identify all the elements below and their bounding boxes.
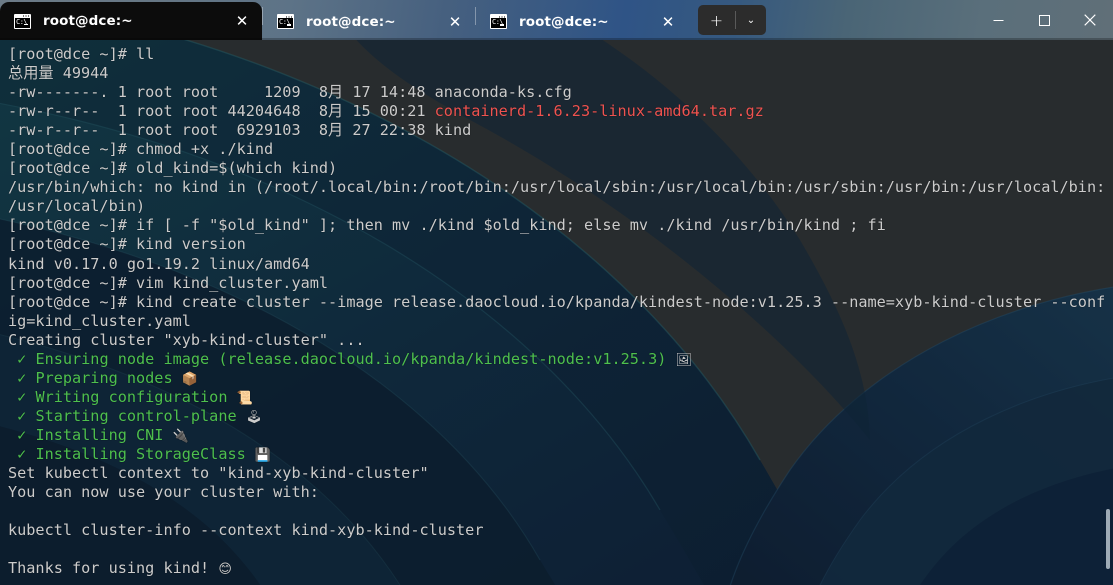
terminal-text: [root@dce ~]# ll: [8, 45, 155, 63]
terminal-line: [root@dce ~]# if [ -f "$old_kind" ]; the…: [8, 216, 1105, 235]
terminal-text: ✓: [8, 368, 27, 387]
terminal-text: /usr/local/bin): [8, 197, 146, 216]
terminal-text: Installing CNI: [26, 425, 173, 444]
status-emoji: 🖼: [675, 352, 693, 368]
terminal-line: [root@dce ~]# chmod +x ./kind: [8, 140, 1105, 159]
tab-label: root@dce:~: [43, 13, 133, 29]
terminal-text: -rw-------. 1 root root 1209 8月 17 14:48…: [8, 83, 572, 102]
terminal-line: ✓ Ensuring node image (release.daocloud.…: [8, 350, 1105, 369]
terminal-text: ✓: [8, 349, 27, 368]
title-bar: root@dce:~ ✕ root@dce:~ ✕ root@dce:~ ✕ + ⌄: [0, 0, 1113, 40]
terminal-text: Starting control-plane: [26, 406, 246, 425]
window-controls: [975, 0, 1113, 40]
terminal-text: You can now use your cluster with:: [8, 483, 319, 502]
terminal-line: Set kubectl context to "kind-xyb-kind-cl…: [8, 464, 1105, 483]
terminal-line: ✓ Writing configuration 📜: [8, 388, 1105, 407]
terminal-line: ig=kind_cluster.yaml: [8, 312, 1105, 331]
terminal-text: -rw-r--r-- 1 root root 44204648 8月 15 00…: [8, 102, 435, 121]
terminal-line: [root@dce ~]# old_kind=$(which kind): [8, 159, 1105, 178]
terminal-text: kind v0.17.0 go1.19.2 linux/amd64: [8, 254, 310, 273]
terminal-text: ✓: [8, 444, 27, 463]
terminal-line: [root@dce ~]# vim kind_cluster.yaml: [8, 274, 1105, 293]
tab-label: root@dce:~: [519, 13, 609, 30]
terminal-line: kind v0.17.0 go1.19.2 linux/amd64: [8, 255, 1105, 274]
terminal-line: [root@dce ~]# ll: [8, 45, 1105, 64]
terminal-text: Writing configuration: [26, 387, 237, 406]
minimize-button[interactable]: [975, 0, 1021, 40]
new-tab-button[interactable]: +: [698, 5, 735, 35]
terminal-text: -rw-r--r-- 1 root root 6929103 8月 27 22:…: [8, 121, 472, 140]
scrollbar-thumb[interactable]: [1106, 508, 1110, 569]
terminal-line: ✓ Preparing nodes 📦: [8, 369, 1105, 388]
terminal-line: /usr/local/bin): [8, 197, 1105, 216]
close-button[interactable]: [1067, 0, 1113, 40]
terminal-text: [root@dce ~]# kind create cluster --imag…: [8, 292, 1106, 311]
terminal-body[interactable]: [root@dce ~]# ll 总用量 49944 -rw-------. 1 r…: [0, 40, 1113, 585]
tab-2[interactable]: root@dce:~ ✕: [476, 3, 688, 40]
terminal-text: [root@dce ~]# kind version: [8, 235, 246, 254]
terminal-line: -rw-------. 1 root root 1209 8月 17 14:48…: [8, 83, 1105, 102]
cmd-icon: [490, 14, 507, 29]
close-icon: [1084, 14, 1096, 26]
terminal-text: Preparing nodes: [26, 368, 182, 387]
terminal-text: ig=kind_cluster.yaml: [8, 311, 191, 330]
terminal-text: Creating cluster "xyb-kind-cluster" ...: [8, 330, 365, 349]
terminal-text: containerd-1.6.23-linux-amd64.tar.gz: [434, 102, 764, 121]
terminal-line: You can now use your cluster with:: [8, 483, 1105, 502]
tab-label: root@dce:~: [306, 13, 396, 30]
maximize-icon: [1038, 14, 1050, 26]
terminal-line: [root@dce ~]# kind create cluster --imag…: [8, 293, 1105, 312]
status-emoji: 📜: [236, 390, 253, 406]
terminal-line: Thanks for using kind! 😊: [8, 559, 1105, 578]
terminal-output: [root@dce ~]# ll 总用量 49944 -rw-------. 1 r…: [0, 40, 1105, 578]
new-tab-group: + ⌄: [698, 5, 766, 35]
cmd-icon: [277, 14, 294, 29]
status-emoji: 📦: [181, 371, 198, 387]
terminal-text: [root@dce ~]# chmod +x ./kind: [8, 140, 274, 159]
terminal-text: Set kubectl context to "kind-xyb-kind-cl…: [8, 464, 429, 483]
terminal-text: [root@dce ~]# if [ -f "$old_kind" ]; the…: [8, 216, 886, 235]
tab-close-icon[interactable]: ✕: [654, 8, 682, 36]
tab-strip: root@dce:~ ✕ root@dce:~ ✕ root@dce:~ ✕: [0, 0, 688, 40]
cmd-icon: [14, 13, 31, 29]
terminal-line: ✓ Installing CNI 🔌: [8, 426, 1105, 445]
terminal-scrollbar[interactable]: [1103, 40, 1113, 585]
minimize-icon: [993, 19, 1003, 21]
terminal-text: ✓: [8, 425, 27, 444]
terminal-text: Installing StorageClass: [26, 444, 255, 463]
terminal-line: Creating cluster "xyb-kind-cluster" ...: [8, 331, 1105, 350]
terminal-window: root@dce:~ ✕ root@dce:~ ✕ root@dce:~ ✕ + ⌄: [0, 0, 1113, 585]
terminal-text: ✓: [8, 387, 27, 406]
terminal-line: 总用量 49944: [8, 64, 1105, 83]
terminal-text: Ensuring node image (release.daocloud.io…: [26, 349, 676, 368]
status-emoji: 💾: [254, 447, 272, 463]
terminal-line: -rw-r--r-- 1 root root 6929103 8月 27 22:…: [8, 121, 1105, 140]
terminal-line: ✓ Starting control-plane 🕹: [8, 407, 1105, 426]
terminal-text: /usr/bin/which: no kind in (/root/.local…: [8, 178, 1106, 197]
terminal-line: ✓ Installing StorageClass 💾: [8, 445, 1105, 464]
terminal-line: -rw-r--r-- 1 root root 44204648 8月 15 00…: [8, 102, 1105, 121]
terminal-text: Thanks for using kind!: [8, 559, 219, 578]
terminal-text: kubectl cluster-info --context kind-xyb-…: [8, 521, 484, 540]
terminal-text: [root@dce ~]# vim kind_cluster.yaml: [8, 273, 329, 292]
maximize-button[interactable]: [1021, 0, 1067, 40]
terminal-text: 总用量 49944: [8, 64, 109, 83]
terminal-text: [root@dce ~]# old_kind=$(which kind): [8, 159, 338, 178]
status-emoji: 🔌: [172, 428, 189, 444]
status-emoji: 😊: [218, 562, 232, 578]
tab-1[interactable]: root@dce:~ ✕: [263, 3, 475, 40]
status-emoji: 🕹: [245, 409, 263, 425]
terminal-line: kubectl cluster-info --context kind-xyb-…: [8, 521, 1105, 540]
terminal-line: [root@dce ~]# kind version: [8, 235, 1105, 254]
chevron-down-icon[interactable]: ⌄: [736, 5, 766, 35]
tab-0-active[interactable]: root@dce:~ ✕: [0, 2, 262, 40]
tab-close-icon[interactable]: ✕: [441, 8, 469, 36]
terminal-text: ✓: [8, 406, 27, 425]
tab-close-icon[interactable]: ✕: [228, 7, 256, 35]
terminal-line: /usr/bin/which: no kind in (/root/.local…: [8, 178, 1105, 197]
